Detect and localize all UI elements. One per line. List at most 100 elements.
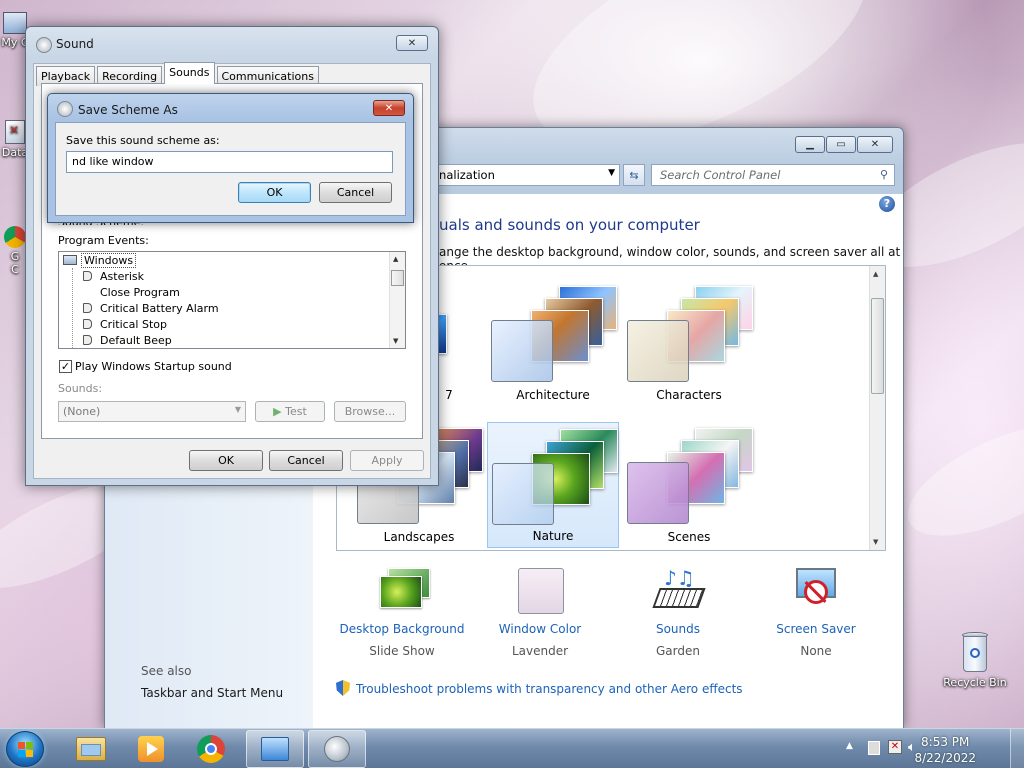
- search-placeholder: Search Control Panel: [660, 168, 781, 182]
- screen-saver-icon: [788, 566, 844, 616]
- theme-label: Landscapes: [383, 530, 455, 544]
- wallpaper-petal: [892, 401, 1024, 559]
- speaker-icon: [83, 303, 92, 313]
- program-events-list[interactable]: Windows Asterisk Close Program Critical …: [58, 251, 406, 349]
- taskbar-explorer[interactable]: [62, 730, 120, 768]
- dialog-title: Sound: [56, 37, 94, 51]
- theme-architecture[interactable]: Architecture: [487, 280, 619, 406]
- taskbar-chrome[interactable]: [182, 730, 240, 768]
- tab-sounds[interactable]: Sounds: [164, 62, 215, 84]
- troubleshoot-link[interactable]: Troubleshoot problems with transparency …: [336, 680, 743, 696]
- color-chip: [627, 462, 689, 524]
- cancel-button[interactable]: Cancel: [269, 450, 343, 471]
- desktop-background-link[interactable]: Desktop Background: [332, 622, 472, 636]
- windows-logo-icon: [18, 742, 34, 758]
- play-icon: ▶: [273, 405, 282, 418]
- folder-icon: [76, 737, 106, 761]
- theme-label: Characters: [656, 388, 722, 402]
- close-button[interactable]: ✕: [857, 136, 893, 153]
- search-input[interactable]: Search Control Panel ⚲: [651, 164, 895, 186]
- scroll-up-icon[interactable]: ▲: [393, 255, 398, 263]
- list-item[interactable]: Default Beep: [83, 334, 172, 348]
- control-panel-icon: [261, 737, 289, 761]
- sounds-link[interactable]: Sounds: [608, 622, 748, 636]
- speaker-icon: [83, 271, 92, 281]
- theme-label: Scenes: [667, 530, 711, 544]
- save-scheme-dialog: Save Scheme As ✕ Save this sound scheme …: [47, 93, 414, 223]
- maximize-button[interactable]: ▭: [826, 136, 856, 153]
- sounds-select-value: (None): [63, 405, 101, 418]
- taskbar-media-player[interactable]: [122, 730, 180, 768]
- taskbar-start-menu-link[interactable]: Taskbar and Start Menu: [141, 686, 283, 700]
- list-item[interactable]: Asterisk: [83, 270, 144, 286]
- help-icon[interactable]: ?: [879, 196, 895, 212]
- search-icon[interactable]: ⚲: [880, 168, 888, 181]
- network-icon[interactable]: ✕: [888, 740, 902, 754]
- list-item[interactable]: Critical Battery Alarm: [83, 302, 219, 318]
- apply-button[interactable]: Apply: [350, 450, 424, 471]
- desktop-icon-recycle-bin[interactable]: Recycle Bin: [940, 632, 1010, 689]
- speaker-icon: [57, 101, 73, 117]
- theme-label: Architecture: [516, 388, 590, 402]
- browse-button[interactable]: Browse...: [334, 401, 406, 422]
- refresh-button[interactable]: ⇆: [623, 164, 645, 186]
- taskbar-sound[interactable]: [308, 730, 366, 768]
- page-title: uals and sounds on your computer: [439, 216, 700, 234]
- clock[interactable]: 8:53 PM 8/22/2022: [914, 734, 976, 766]
- media-player-icon: [138, 736, 164, 762]
- list-item[interactable]: Windows: [63, 253, 137, 270]
- show-hidden-icons-icon[interactable]: ▲: [846, 741, 853, 751]
- desktop-background-item[interactable]: Desktop Background Slide Show: [332, 566, 472, 658]
- list-item[interactable]: Close Program: [100, 286, 180, 302]
- sounds-select[interactable]: (None) ▼: [58, 401, 246, 422]
- ok-button[interactable]: OK: [238, 182, 311, 203]
- system-tray: ▲ ✕ 🔈︎ 8:53 PM 8/22/2022: [834, 729, 1024, 768]
- speaker-icon: [83, 335, 92, 345]
- sounds-label: Sounds:: [58, 382, 103, 395]
- theme-label: Nature: [532, 529, 574, 543]
- address-bar[interactable]: onalization ▼: [425, 164, 620, 186]
- startup-sound-label: Play Windows Startup sound: [75, 360, 232, 373]
- dialog-title: Save Scheme As: [78, 103, 178, 117]
- sounds-icon: ♪♫: [650, 566, 706, 616]
- scroll-thumb[interactable]: [391, 270, 404, 286]
- desktop-background-icon: [374, 566, 430, 616]
- screen-saver-link[interactable]: Screen Saver: [746, 622, 886, 636]
- test-button[interactable]: ▶ Test: [255, 401, 325, 422]
- action-center-icon[interactable]: [868, 741, 880, 755]
- minimize-button[interactable]: ▁: [795, 136, 825, 153]
- taskbar-control-panel[interactable]: [246, 730, 304, 768]
- close-button[interactable]: ✕: [373, 100, 405, 116]
- window-color-link[interactable]: Window Color: [470, 622, 610, 636]
- troubleshoot-text: Troubleshoot problems with transparency …: [356, 682, 743, 696]
- theme-characters[interactable]: Characters: [623, 280, 755, 406]
- test-button-label: Test: [285, 405, 307, 418]
- show-desktop-button[interactable]: [1010, 729, 1024, 768]
- screen-saver-item[interactable]: Screen Saver None: [746, 566, 886, 658]
- list-item-label: Close Program: [100, 286, 180, 299]
- speaker-icon: [83, 319, 92, 329]
- list-item[interactable]: Critical Stop: [83, 318, 167, 334]
- scroll-down-icon[interactable]: ▼: [393, 337, 398, 345]
- cancel-button[interactable]: Cancel: [319, 182, 392, 203]
- computer-icon: [3, 12, 27, 34]
- scroll-thumb[interactable]: [871, 298, 884, 394]
- chevron-down-icon: ▼: [234, 405, 241, 414]
- refresh-icon: ⇆: [629, 168, 639, 182]
- events-scrollbar[interactable]: ▲ ▼: [389, 252, 405, 348]
- theme-list-scrollbar[interactable]: ▲ ▼: [869, 266, 885, 550]
- scheme-name-input[interactable]: nd like window: [66, 151, 393, 173]
- start-button[interactable]: [6, 731, 44, 767]
- ok-button[interactable]: OK: [189, 450, 263, 471]
- startup-sound-checkbox[interactable]: ✓: [59, 360, 72, 373]
- sounds-item[interactable]: ♪♫ Sounds Garden: [608, 566, 748, 658]
- color-chip: [627, 320, 689, 382]
- chevron-down-icon[interactable]: ▼: [608, 168, 615, 178]
- scroll-down-icon[interactable]: ▼: [873, 538, 878, 546]
- scroll-up-icon[interactable]: ▲: [873, 270, 878, 278]
- theme-nature[interactable]: Nature: [487, 422, 619, 548]
- close-button[interactable]: ✕: [396, 35, 428, 51]
- chrome-icon: [197, 735, 225, 763]
- theme-scenes[interactable]: Scenes: [623, 422, 755, 548]
- window-color-item[interactable]: Window Color Lavender: [470, 566, 610, 658]
